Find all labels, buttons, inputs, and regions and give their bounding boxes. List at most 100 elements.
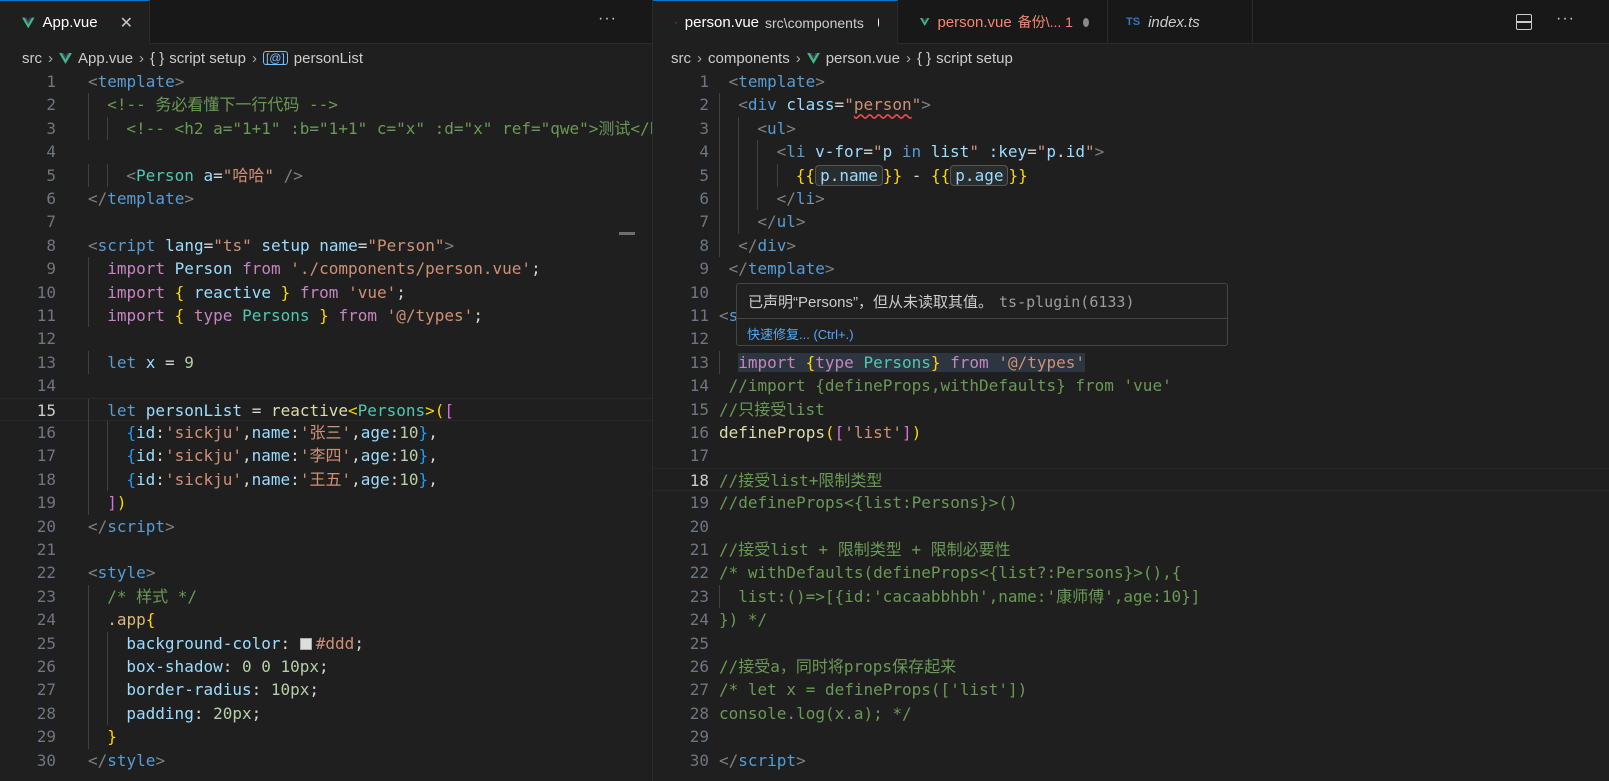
code-token: li bbox=[795, 189, 816, 208]
code-line[interactable]: 30 </style> bbox=[0, 749, 652, 772]
quick-fix-link[interactable]: 快速修复... (Ctrl+.) bbox=[747, 324, 854, 343]
code-line[interactable]: 23 list:()=>[{id:'cacaabbhbh',name:'康师傅',… bbox=[653, 584, 1609, 609]
code-line[interactable]: 19]) bbox=[0, 491, 652, 515]
code-line[interactable]: 29 bbox=[653, 725, 1609, 748]
code-token: [ bbox=[444, 400, 455, 420]
code-editor-left[interactable]: 1 <template> 2 <!-- 务必看懂下一行代码 --> 3 <!-- <h2 … bbox=[0, 70, 652, 781]
code-line[interactable]: 29} bbox=[0, 725, 652, 749]
tab-app-vue[interactable]: App.vue ✕ bbox=[0, 0, 150, 44]
line-number: 28 bbox=[36, 703, 56, 723]
code-line[interactable]: 4 <li v-for="p in list" :key="p.id"> bbox=[653, 140, 1609, 164]
code-line[interactable]: 7 bbox=[0, 210, 652, 233]
code-line[interactable]: 12 bbox=[0, 327, 652, 350]
code-text: //接受a，同时将props保存起来 bbox=[719, 655, 956, 678]
code-line[interactable]: 28 padding: 20px; bbox=[0, 701, 652, 726]
code-line[interactable]: 30 </script> bbox=[653, 749, 1609, 772]
hover-divider bbox=[737, 318, 1227, 319]
code-line[interactable]: 16 {id:'sickju',name:'张三',age:10}, bbox=[0, 421, 652, 445]
code-line[interactable]: 27 /* let x = defineProps(['list']) bbox=[653, 678, 1609, 701]
code-token: 'vue' bbox=[348, 282, 397, 302]
unsaved-dot-icon[interactable] bbox=[1082, 17, 1089, 27]
code-line[interactable]: 1 <template> bbox=[0, 70, 652, 93]
code-line[interactable]: 26 //接受a，同时将props保存起来 bbox=[653, 655, 1609, 678]
breadcrumb-section[interactable]: script setup bbox=[169, 50, 246, 67]
code-token: //只接受list bbox=[719, 399, 825, 419]
code-line[interactable]: 7 </ul> bbox=[653, 210, 1609, 234]
breadcrumb-src[interactable]: src bbox=[22, 50, 42, 67]
code-text: import Person from './components/person.… bbox=[107, 257, 541, 280]
code-line[interactable]: 11 import { type Persons } from '@/types'… bbox=[0, 304, 652, 328]
more-actions-icon[interactable]: ··· bbox=[1556, 10, 1575, 28]
code-line[interactable]: 4 bbox=[0, 140, 652, 163]
line-number: 12 bbox=[689, 329, 709, 349]
code-token: 10px bbox=[270, 680, 310, 700]
line-number: 26 bbox=[36, 657, 56, 676]
code-token: id bbox=[136, 469, 156, 489]
code-line[interactable]: 8 <script lang="ts" setup name="Person"> bbox=[0, 234, 652, 257]
code-line[interactable]: 14 bbox=[0, 374, 652, 397]
tab-person-vue-backup[interactable]: person.vue 备份\... 1 bbox=[898, 0, 1108, 44]
code-line[interactable]: 20 </script> bbox=[0, 515, 652, 538]
code-line[interactable]: 1 <template> bbox=[653, 70, 1609, 93]
code-line[interactable]: 28 console.log(x.a); */ bbox=[653, 702, 1609, 725]
code-line[interactable]: 25 background-color: #ddd; bbox=[0, 631, 652, 655]
code-line[interactable]: 27 border-radius: 10px; bbox=[0, 678, 652, 702]
code-line[interactable]: 20 bbox=[653, 515, 1609, 538]
scrollbar-marker[interactable] bbox=[619, 232, 635, 235]
code-line[interactable]: 3 <ul> bbox=[653, 116, 1609, 141]
tab-person-vue[interactable]: person.vue src\components bbox=[653, 0, 898, 44]
code-token: setup bbox=[261, 235, 310, 255]
code-line[interactable]: 24}) */ bbox=[653, 608, 1609, 631]
unsaved-dot-icon[interactable] bbox=[877, 18, 879, 27]
code-line[interactable]: 19 //defineProps<{list:Persons}>() bbox=[653, 491, 1609, 514]
code-token: let bbox=[107, 400, 137, 420]
breadcrumb-file[interactable]: person.vue bbox=[826, 50, 900, 67]
code-line[interactable]: 17 {id:'sickju',name:'李四',age:10}, bbox=[0, 444, 652, 468]
code-line[interactable]: 2 <div class="person"> bbox=[653, 93, 1609, 117]
code-line[interactable]: 22 /* withDefaults(defineProps<{list?:Per… bbox=[653, 561, 1609, 584]
code-token: > bbox=[155, 750, 166, 770]
code-editor-right[interactable]: 1 <template> 2 <div class="person"> 3 <ul> 4 <l… bbox=[653, 70, 1609, 781]
code-line[interactable]: 9 </template> bbox=[653, 257, 1609, 280]
split-editor-icon[interactable] bbox=[1516, 14, 1532, 30]
breadcrumb-symbol[interactable]: personList bbox=[294, 50, 363, 67]
breadcrumb-src[interactable]: src bbox=[671, 50, 691, 67]
code-line[interactable]: 3 <!-- <h2 a="1+1" :b="1+1" c="x" :d="x" … bbox=[0, 116, 652, 141]
code-line[interactable]: 24 .app{ bbox=[0, 608, 652, 632]
code-line[interactable]: 15 //只接受list bbox=[653, 398, 1609, 421]
breadcrumb-folder[interactable]: components bbox=[708, 50, 790, 67]
code-line[interactable]: 10 import { reactive } from 'vue'; bbox=[0, 280, 652, 304]
code-line[interactable]: 5 <Person a="哈哈" /> bbox=[0, 163, 652, 187]
code-token: div bbox=[747, 95, 777, 115]
code-line[interactable]: 21 bbox=[0, 538, 652, 561]
breadcrumb-section[interactable]: script setup bbox=[936, 50, 1013, 67]
code-line[interactable]: 18 //接受list+限制类型 bbox=[653, 467, 1609, 492]
code-line[interactable]: 17 bbox=[653, 444, 1609, 467]
code-line[interactable]: 2 <!-- 务必看懂下一行代码 --> bbox=[0, 93, 652, 117]
code-line[interactable]: 9 import Person from './components/person… bbox=[0, 257, 652, 281]
code-line[interactable]: 16 defineProps(['list']) bbox=[653, 421, 1609, 444]
code-text: {{p.name}} - {{p.age}} bbox=[796, 164, 1028, 187]
code-line[interactable]: 6 </li> bbox=[653, 187, 1609, 211]
code-line[interactable]: 21 //接受list + 限制类型 + 限制必要性 bbox=[653, 538, 1609, 561]
code-token: //defineProps<{list:Persons}>() bbox=[719, 493, 1018, 513]
breadcrumb-file[interactable]: App.vue bbox=[78, 50, 133, 67]
code-line[interactable]: 25 bbox=[653, 632, 1609, 655]
code-line[interactable]: 18 {id:'sickju',name:'王五',age:10}, bbox=[0, 467, 652, 492]
code-line[interactable]: 15 let personList = reactive<Persons>([ bbox=[0, 397, 652, 422]
code-line[interactable]: 13 let x = 9 bbox=[0, 350, 652, 375]
code-line[interactable]: 13 import {type Persons} from '@/types' bbox=[653, 350, 1609, 375]
more-actions-icon[interactable]: ··· bbox=[598, 10, 617, 28]
code-line[interactable]: 6 </template> bbox=[0, 187, 652, 210]
tab-index-ts[interactable]: TS index.ts bbox=[1108, 0, 1253, 44]
code-line[interactable]: 23 /* 样式 */ bbox=[0, 584, 652, 609]
code-line[interactable]: 8 </div> bbox=[653, 233, 1609, 258]
code-line[interactable]: 5{{p.name}} - {{p.age}} bbox=[653, 163, 1609, 187]
code-line[interactable]: 14 //import {defineProps,withDefaults} fr… bbox=[653, 374, 1609, 397]
code-token: from bbox=[299, 282, 339, 302]
code-text: /* withDefaults(defineProps<{list?:Perso… bbox=[719, 561, 1181, 584]
close-icon[interactable]: ✕ bbox=[120, 13, 133, 33]
code-line[interactable]: 22 <style> bbox=[0, 561, 652, 584]
code-line[interactable]: 26 box-shadow: 0 0 10px; bbox=[0, 655, 652, 679]
